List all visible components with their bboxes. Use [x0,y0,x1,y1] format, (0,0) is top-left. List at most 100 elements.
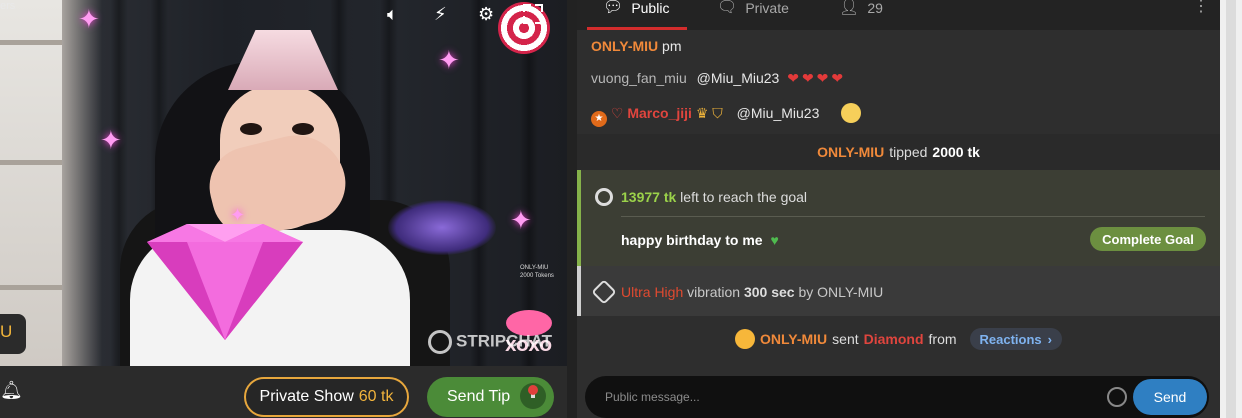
panel-divider [567,0,577,418]
tip-overlay-amount: 2000 Tokens [520,273,554,279]
tab-private-label: Private [745,0,789,16]
star-badge-icon: ★ [591,111,607,127]
tab-public-label: Public [631,0,670,16]
tip-username[interactable]: ONLY-MIU [817,144,884,160]
tip-notice: ONLY-MIU tipped 2000 tk [577,134,1220,170]
goal-icon [595,188,613,206]
reactions-label: Reactions [979,331,1042,347]
vibration-text: Ultra High vibration 300 sec by ONLY-MIU [621,284,883,300]
tip-verb: tipped [889,144,928,160]
users-count: 29 [867,0,883,16]
expand-corner [535,16,543,24]
app-root: ers ✦ ✦ ✦ ✦ ✦ ONLY-MIU 2000 Tokens XOXO … [0,0,1242,418]
send-tip-button[interactable]: Send Tip [427,377,554,417]
background-shelf [0,0,62,366]
joystick-icon [520,383,546,409]
goal-title: happy birthday to me [621,232,763,248]
tip-amount: 2000 tk [932,144,980,160]
chat-bubble-icon: 💬︎ [603,0,624,16]
tip-overlay-user: ONLY-MIU [520,265,549,271]
more-options-icon[interactable]: ⋮ [1193,0,1209,15]
chat-input-bar: Send [585,376,1209,418]
vibration-duration: 300 sec [743,284,795,300]
vibration-word: vibration [687,284,741,300]
gear-icon[interactable]: ⚙︎ [478,4,494,24]
chat-message: ONLY-MIU pm [591,38,682,54]
tab-active-indicator [587,27,687,30]
diamond-gift-icon [147,224,303,340]
shelf-board [0,40,62,45]
heart-badge-icon: ♡ [610,105,624,121]
sparkle-icon: ✦ [510,205,532,235]
sparkle-icon: ✦ [78,4,100,34]
goal-suffix: left to reach the goal [680,189,808,205]
tip-overlay: ONLY-MIU 2000 Tokens [520,264,554,280]
send-button[interactable]: Send [1133,379,1207,415]
vibration-notice: Ultra High vibration 300 sec by ONLY-MIU [577,266,1220,316]
reaction-notice: ONLY-MIU sent Diamond from Reactions › [577,322,1220,356]
message-text: @Miu_Miu23 [736,105,820,121]
message-text: pm [662,38,682,54]
divider [621,216,1205,217]
send-tip-label: Send Tip [447,388,511,405]
message-username[interactable]: vuong_fan_miu [591,70,687,86]
goal-panel: 13977 tk left to reach the goal happy bi… [577,170,1220,266]
vibration-by: by ONLY-MIU [798,284,884,300]
private-show-price: 60 tk [358,388,394,405]
hearts-icon: ❤❤❤❤ [787,70,847,86]
green-heart-icon: ♥ [770,232,779,248]
bell-icon[interactable]: 🔔︎ [0,380,23,401]
goal-progress-text: 13977 tk left to reach the goal [621,189,807,205]
eye [240,123,262,135]
chevron-right-icon: › [1047,331,1052,347]
tab-users[interactable]: 👤︎ 29 [839,0,883,30]
public-message-input[interactable] [605,387,1085,407]
message-username[interactable]: Marco_jiji [627,105,692,121]
scrollbar-thumb[interactable] [1226,0,1236,418]
chat-message: ★ ♡ Marco_jiji ♛ ⛉ @Miu_Miu23 [591,103,862,127]
goal-title-row: happy birthday to me ♥ [621,232,779,248]
vibration-icon [591,279,617,305]
complete-goal-button[interactable]: Complete Goal [1090,227,1206,251]
reactions-button[interactable]: Reactions › [969,328,1062,350]
sparkle-icon: ✦ [230,205,246,225]
chat-message: vuong_fan_miu @Miu_Miu23 ❤❤❤❤ [591,70,846,87]
sparkle-icon: ✦ [100,125,122,155]
user-icon: 👤︎ [839,0,860,16]
private-show-label: Private Show [259,388,354,405]
private-chat-icon: 🗨︎ [717,0,738,16]
magic-hat-icon [388,200,496,255]
chat-tabs: 💬︎ Public 🗨︎ Private 👤︎ 29 ⋮ [577,0,1220,30]
eye [292,123,314,135]
volume-icon[interactable]: 🔈︎ [387,4,398,24]
left-chip[interactable]: U [0,314,26,354]
vibration-level: Ultra High [621,284,684,300]
watermark-text: STRIPCHAT [456,331,553,351]
tab-public[interactable]: 💬︎ Public [603,0,669,30]
expand-icon[interactable] [523,4,543,24]
shelf-board [0,160,62,165]
video-corner-text: ers [0,0,16,12]
tab-private[interactable]: 🗨︎ Private [717,0,789,30]
smiley-emoji-icon [841,103,862,123]
shield-icon: ⛉ [712,105,723,121]
reaction-username[interactable]: ONLY-MIU [760,331,827,347]
video-player[interactable]: ers ✦ ✦ ✦ ✦ ✦ ONLY-MIU 2000 Tokens XOXO … [0,0,567,366]
sparkle-icon: ✦ [438,45,460,75]
expand-corner [535,4,543,12]
private-show-button[interactable]: Private Show 60 tk [244,377,409,417]
curtain-fold [470,0,488,366]
chat-panel: 💬︎ Public 🗨︎ Private 👤︎ 29 ⋮ ONLY-MIU pm… [577,0,1220,418]
expand-corner [523,4,531,12]
lightning-icon[interactable]: ⚡︎ [434,4,447,24]
watermark: STRIPCHAT [428,330,552,354]
reaction-from: from [928,331,957,347]
heart-eyes-emoji-icon [735,329,755,349]
message-username[interactable]: ONLY-MIU [591,38,658,54]
reaction-item: Diamond [863,331,924,347]
shelf-board [0,285,62,290]
message-text: @Miu_Miu23 [696,70,780,86]
reaction-sent: sent [832,331,859,347]
emoji-picker-icon[interactable] [1107,387,1127,407]
goal-tokens-left: 13977 tk [621,189,677,205]
